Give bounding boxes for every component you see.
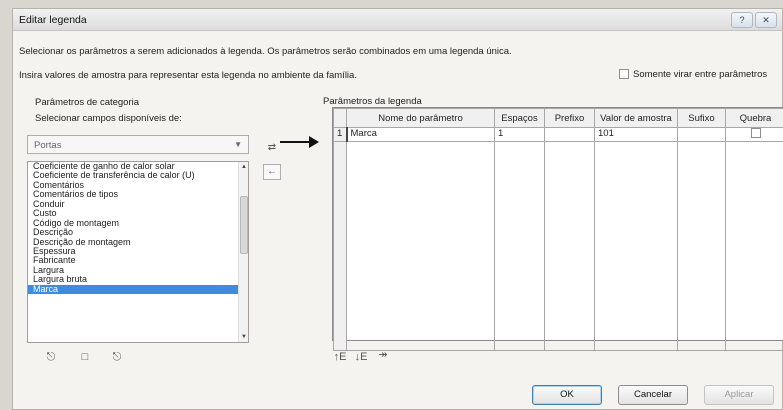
prefix-cell[interactable] bbox=[544, 127, 595, 142]
help-button[interactable]: ? bbox=[731, 12, 753, 28]
ok-button[interactable]: OK bbox=[532, 385, 602, 405]
apply-button[interactable]: Aplicar bbox=[704, 385, 774, 405]
legend-params-heading: Parâmetros da legenda bbox=[323, 96, 422, 107]
col-param-name: Nome do parâmetro bbox=[346, 108, 495, 128]
scroll-thumb[interactable] bbox=[240, 196, 248, 254]
title-bar: Editar legenda ? ✕ bbox=[13, 9, 782, 31]
col-wrap: Quebra bbox=[725, 108, 783, 128]
scroll-up-icon[interactable]: ▲ bbox=[239, 162, 248, 172]
param-name-cell[interactable]: Marca bbox=[346, 127, 495, 142]
fields-source-combo[interactable]: Portas ▼ bbox=[27, 135, 249, 154]
list-item[interactable]: Marca bbox=[28, 284, 248, 295]
chevron-down-icon: ▼ bbox=[234, 140, 242, 149]
annotation-arrow-head bbox=[309, 136, 319, 148]
instruction-text-2: Insira valores de amostra para represent… bbox=[19, 70, 357, 81]
remove-parameter-button[interactable]: ← bbox=[263, 164, 281, 180]
col-suffix: Sufixo bbox=[677, 108, 726, 128]
list-item[interactable]: Conduir bbox=[28, 199, 248, 209]
add-parameter-icon[interactable]: ⇄ bbox=[263, 141, 281, 157]
spaces-cell[interactable]: 1 bbox=[494, 127, 545, 142]
move-down-icon[interactable]: ↓E bbox=[353, 349, 369, 365]
cancel-button[interactable]: Cancelar bbox=[618, 385, 688, 405]
new-parameter-icon[interactable]: ⎋ bbox=[43, 349, 59, 365]
col-spaces: Espaços bbox=[494, 108, 545, 128]
suffix-cell[interactable] bbox=[677, 127, 726, 142]
row-header-corner bbox=[333, 108, 347, 128]
only-flip-checkbox[interactable] bbox=[619, 69, 629, 79]
delete-parameter-icon[interactable]: ⎋ bbox=[109, 349, 125, 365]
available-fields-list[interactable]: Coeficiente de ganho de calor solar Coefi… bbox=[27, 161, 249, 343]
scroll-down-icon[interactable]: ▼ bbox=[239, 332, 248, 342]
close-button[interactable]: ✕ bbox=[755, 12, 777, 28]
table-row[interactable]: 1 Marca 1 101 bbox=[333, 127, 783, 142]
instruction-text-1: Selecionar os parâmetros a serem adicion… bbox=[19, 46, 512, 57]
list-scrollbar[interactable]: ▲ ▼ bbox=[238, 162, 248, 342]
edit-legend-dialog: Editar legenda ? ✕ Selecionar os parâmet… bbox=[12, 8, 783, 410]
wrap-format-icon[interactable]: ↠ bbox=[375, 347, 391, 363]
sample-value-cell[interactable]: 101 bbox=[594, 127, 678, 142]
wrap-checkbox[interactable] bbox=[750, 128, 761, 138]
legend-params-grid[interactable]: Nome do parâmetro Espaços Prefixo Valor … bbox=[332, 107, 783, 351]
fields-source-value: Portas bbox=[34, 140, 62, 151]
row-number: 1 bbox=[333, 127, 348, 142]
select-fields-label: Selecionar campos disponíveis de: bbox=[35, 113, 182, 124]
only-flip-label: Somente virar entre parâmetros bbox=[633, 69, 768, 80]
edit-parameter-icon[interactable]: □ bbox=[77, 349, 93, 365]
dialog-title: Editar legenda bbox=[19, 14, 87, 26]
col-sample-value: Valor de amostra bbox=[594, 108, 678, 128]
col-prefix: Prefixo bbox=[544, 108, 595, 128]
category-params-heading: Parâmetros de categoria bbox=[35, 97, 140, 108]
empty-grid-area bbox=[333, 141, 783, 351]
list-item[interactable]: Largura bruta bbox=[28, 274, 248, 284]
wrap-cell[interactable] bbox=[725, 127, 783, 142]
move-up-icon[interactable]: ↑E bbox=[332, 349, 348, 365]
